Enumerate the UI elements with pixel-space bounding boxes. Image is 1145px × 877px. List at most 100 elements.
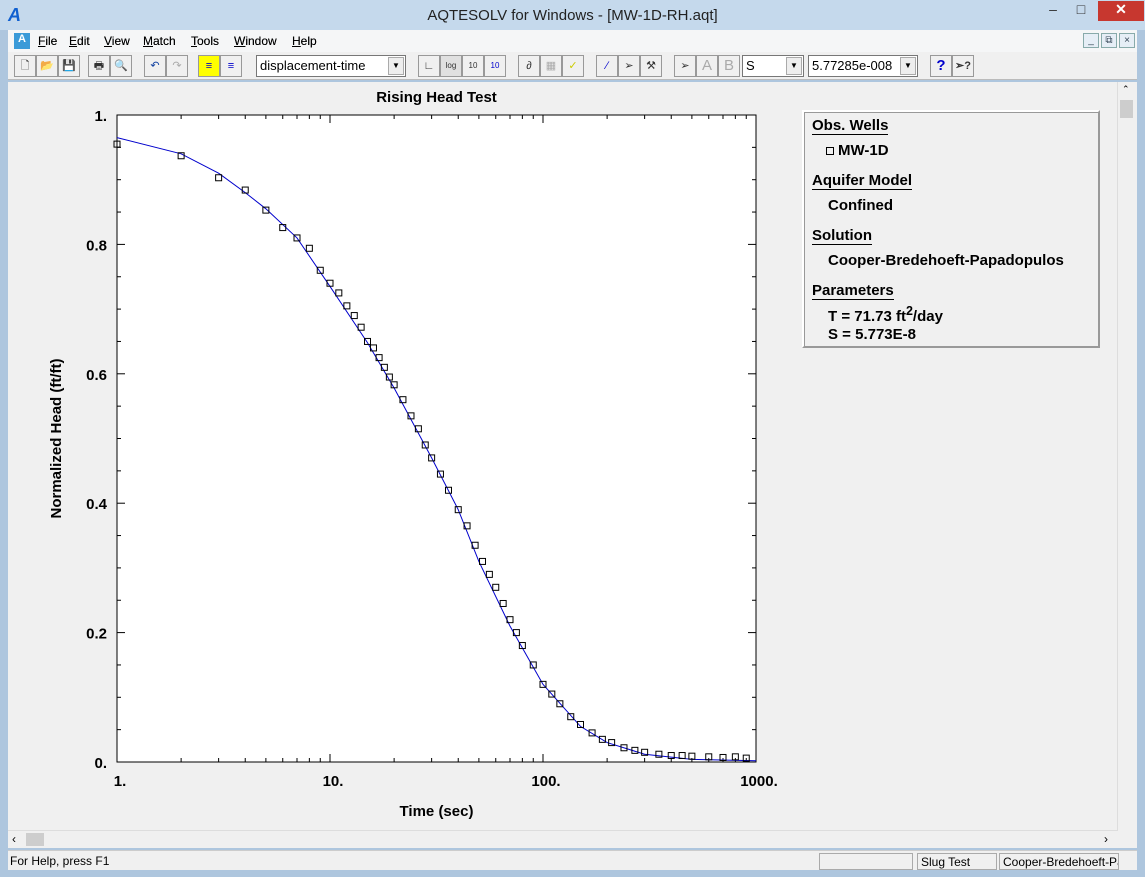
vertical-scrollbar[interactable]: ⌃: [1117, 82, 1135, 830]
plot-type-value: displacement-time: [260, 58, 366, 73]
parameter-value: 5.77285e-008: [812, 58, 893, 73]
y-tick-label: 0.4: [86, 496, 108, 513]
menu-accelerator: H: [292, 34, 301, 48]
solution-heading: Solution: [812, 227, 872, 245]
menu-label-overlay: Window: [234, 34, 277, 48]
parameters-heading: Parameters: [812, 282, 894, 300]
vertical-scroll-thumb[interactable]: [1120, 100, 1133, 118]
tabulate-icon[interactable]: ≡: [198, 55, 220, 77]
chevron-down-icon[interactable]: ▼: [388, 57, 404, 75]
undo-icon[interactable]: ↶: [144, 55, 166, 77]
print-icon[interactable]: 🖶: [88, 55, 110, 77]
semilog-plot-icon[interactable]: log: [440, 55, 462, 77]
parameter-t: T = 71.73 ft2/day: [828, 304, 943, 325]
y-tick-label: 0.: [94, 755, 107, 772]
aquifer-model-heading: Aquifer Model: [812, 172, 912, 190]
grid-icon[interactable]: ▦: [540, 55, 562, 77]
parameter-s: S = 5.773E-8: [828, 326, 916, 343]
context-help-icon[interactable]: ➢?: [952, 55, 974, 77]
menu-match[interactable]: Match Match: [143, 34, 176, 48]
menu-label-overlay: Tools: [191, 34, 219, 48]
menu-label-overlay: Help: [292, 34, 317, 48]
scroll-left-icon[interactable]: ‹: [12, 832, 16, 846]
help-icon[interactable]: ?: [930, 55, 952, 77]
menu-window[interactable]: Window Window: [234, 34, 277, 48]
window-title: AQTESOLV for Windows - [MW-1D-RH.aqt]: [427, 7, 718, 24]
chevron-down-icon[interactable]: ▼: [900, 57, 916, 75]
maximize-button[interactable]: □: [1068, 1, 1094, 21]
square-marker-icon: [826, 147, 834, 155]
type-curve-icon[interactable]: ✓: [562, 55, 584, 77]
edit-data-icon[interactable]: ≡: [220, 55, 242, 77]
parameter-value-select[interactable]: 5.77285e-008 ▼: [808, 55, 918, 77]
linear-plot-icon[interactable]: ∟: [418, 55, 440, 77]
plot-type-select[interactable]: displacement-time ▼: [256, 55, 406, 77]
visual-match-icon[interactable]: ➢: [618, 55, 640, 77]
horizontal-scrollbar[interactable]: ‹ ›: [8, 830, 1118, 848]
close-button[interactable]: ✕: [1098, 1, 1144, 21]
y-tick-label: 0.8: [86, 237, 107, 254]
chart-title: Rising Head Test: [376, 89, 497, 106]
y-tick-label: 0.2: [86, 626, 107, 643]
mdi-restore-button[interactable]: ⧉: [1101, 33, 1117, 48]
parameter-select-value: S: [746, 58, 755, 73]
menu-bar: A File File Edit Edit View View Match Match Tool…: [8, 30, 1137, 52]
well-name: MW-1D: [838, 142, 889, 159]
minimize-button[interactable]: –: [1040, 1, 1066, 21]
menu-label-rest: ile: [45, 34, 58, 48]
menu-tools[interactable]: Tools Tools: [191, 34, 219, 48]
menu-file[interactable]: File File: [38, 34, 57, 48]
automatic-match-icon[interactable]: ∕: [596, 55, 618, 77]
parameter-select[interactable]: S ▼: [742, 55, 804, 77]
log-log-plot-icon[interactable]: 10: [484, 55, 506, 77]
menu-help[interactable]: Help Help: [292, 34, 317, 48]
solution: Cooper-Bredehoeft-Papadopulos: [828, 252, 1064, 269]
mdi-minimize-button[interactable]: _: [1083, 33, 1099, 48]
x-tick-label: 1.: [114, 773, 127, 790]
menu-label-overlay: File: [38, 34, 57, 48]
y-tick-label: 1.: [94, 108, 107, 125]
t-unit: /day: [912, 308, 943, 325]
t-value: T = 71.73 ft: [828, 308, 906, 325]
horizontal-scroll-thumb[interactable]: [26, 833, 44, 846]
chevron-down-icon[interactable]: ▼: [786, 57, 802, 75]
scroll-up-icon[interactable]: ⌃: [1122, 84, 1130, 95]
x-tick-label: 100.: [531, 773, 560, 790]
status-bar: For Help, press F1 Slug Test Cooper-Bred…: [8, 850, 1137, 870]
derivative-icon[interactable]: ∂: [518, 55, 540, 77]
select-points-icon[interactable]: ➢: [674, 55, 696, 77]
x-axis-label: Time (sec): [400, 803, 474, 820]
obs-wells-heading: Obs. Wells: [812, 117, 889, 135]
y-tick-label: 0.6: [86, 367, 107, 384]
log-linear-plot-icon[interactable]: 10: [462, 55, 484, 77]
menu-label-overlay: Edit: [69, 34, 90, 48]
b-button[interactable]: B: [718, 55, 740, 77]
x-tick-label: 1000.: [740, 773, 778, 790]
menu-view[interactable]: View View: [104, 34, 130, 48]
active-type-curve-icon[interactable]: ⚒: [640, 55, 662, 77]
menu-label-rest: ools: [197, 34, 220, 48]
status-panel-1: [819, 853, 913, 870]
y-axis-label: Normalized Head (ft/ft): [48, 358, 65, 518]
open-folder-icon[interactable]: 📂: [36, 55, 58, 77]
mdi-close-button[interactable]: ×: [1119, 33, 1135, 48]
menu-label-overlay: Match: [143, 34, 176, 48]
menu-label-rest: dit: [77, 34, 90, 48]
menu-label-rest: iew: [111, 34, 130, 48]
menu-accelerator: V: [104, 34, 112, 48]
x-tick-label: 10.: [323, 773, 344, 790]
status-help-text: For Help, press F1: [10, 854, 110, 868]
a-button[interactable]: A: [696, 55, 718, 77]
new-file-icon[interactable]: 🗋: [14, 55, 36, 77]
menu-accelerator: W: [234, 34, 246, 48]
status-panel-test-type: Slug Test: [917, 853, 997, 870]
redo-icon[interactable]: ↷: [166, 55, 188, 77]
menu-label-rest: atch: [153, 34, 176, 48]
t-exponent: 2: [905, 304, 913, 318]
scroll-right-icon[interactable]: ›: [1104, 832, 1108, 846]
document-icon[interactable]: A: [14, 33, 30, 49]
print-preview-icon[interactable]: 🔍: [110, 55, 132, 77]
legend-panel: Obs. Wells MW-1D Aquifer Model Confined …: [802, 110, 1100, 348]
menu-edit[interactable]: Edit Edit: [69, 34, 90, 48]
save-icon[interactable]: 💾: [58, 55, 80, 77]
